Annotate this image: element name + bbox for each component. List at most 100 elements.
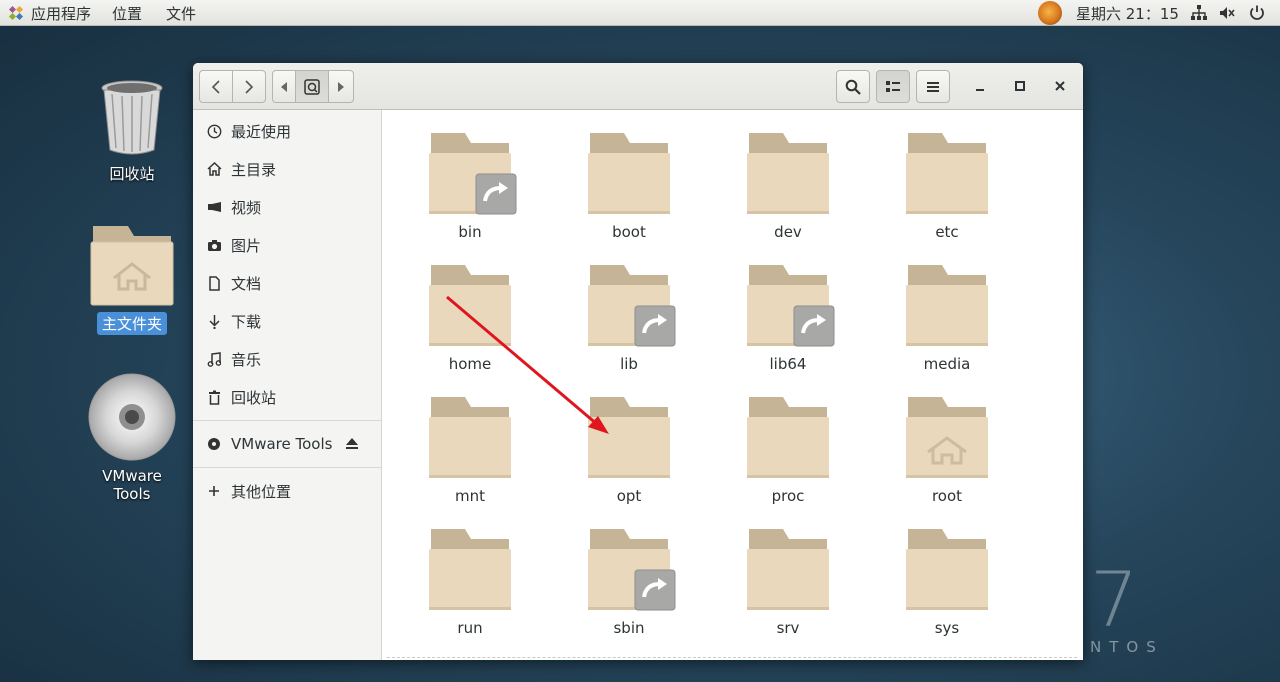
desktop-trash[interactable]: 回收站 (92, 78, 172, 185)
folder-icon (429, 265, 511, 346)
triangle-right-icon (338, 81, 344, 92)
sidebar-item-other-locations[interactable]: 其他位置 (193, 476, 382, 506)
apps-logo-icon[interactable] (8, 5, 24, 21)
file-item-sys[interactable]: sys (887, 509, 1007, 637)
menu-places[interactable]: 位置 (112, 3, 142, 24)
trash-bin-icon (101, 80, 163, 155)
chevron-left-icon (211, 79, 220, 94)
download-icon (208, 314, 220, 329)
path-right-button[interactable] (328, 70, 354, 103)
sidebar-item-downloads[interactable]: 下载 (193, 306, 382, 336)
file-item-root[interactable]: root (887, 377, 1007, 505)
file-name: sys (934, 619, 960, 637)
folder-icon (906, 397, 988, 478)
menu-files[interactable]: 文件 (166, 3, 196, 24)
path-left-button[interactable] (272, 70, 296, 103)
file-item-boot[interactable]: boot (569, 113, 689, 241)
folder-icon (588, 133, 670, 214)
header-bar (193, 63, 1083, 110)
file-name: boot (612, 223, 646, 241)
sidebar-item-music[interactable]: 音乐 (193, 344, 382, 374)
file-grid: bin boot dev etc home lib lib64 media mnt opt proc… (383, 110, 1083, 660)
view-toggle-button[interactable] (876, 70, 910, 103)
network-icon[interactable] (1190, 4, 1208, 22)
folder-icon (747, 529, 829, 610)
music-icon (207, 351, 221, 367)
file-item-proc[interactable]: proc (728, 377, 848, 505)
search-button[interactable] (836, 70, 870, 103)
file-item-lib[interactable]: lib (569, 245, 689, 373)
file-name: lib64 (769, 355, 807, 373)
sidebar-item-home[interactable]: 主目录 (193, 154, 382, 184)
file-item-media[interactable]: media (887, 245, 1007, 373)
sidebar-separator (193, 467, 382, 468)
symlink-emblem-icon (475, 173, 517, 215)
menu-applications[interactable]: 应用程序 (31, 3, 91, 24)
cd-disc-icon (88, 373, 176, 461)
chevron-right-icon (245, 79, 254, 94)
sidebar-item-vmware-tools[interactable]: VMware Tools (193, 429, 382, 459)
file-item-dev[interactable]: dev (728, 113, 848, 241)
symlink-emblem-icon (634, 305, 676, 347)
file-name: srv (776, 619, 800, 637)
next-row-hint (387, 657, 1077, 658)
hamburger-menu-icon (927, 81, 939, 92)
desktop-vmware-label: VMware Tools (102, 467, 162, 503)
file-item-lib64[interactable]: lib64 (728, 245, 848, 373)
file-item-opt[interactable]: opt (569, 377, 689, 505)
symlink-emblem-icon (634, 569, 676, 611)
sidebar-item-documents[interactable]: 文档 (193, 268, 382, 298)
folder-icon (906, 265, 988, 346)
eject-icon[interactable] (345, 437, 359, 450)
close-button[interactable] (1045, 71, 1075, 101)
drive-root-icon (304, 78, 320, 95)
file-name: dev (774, 223, 802, 241)
clock[interactable]: 星期六 21：15 (1076, 3, 1179, 24)
file-item-home[interactable]: home (410, 245, 530, 373)
sidebar-separator (193, 420, 382, 421)
forward-button[interactable] (232, 70, 266, 103)
sidebar-item-label: 主目录 (231, 160, 277, 179)
file-item-etc[interactable]: etc (887, 113, 1007, 241)
maximize-icon (1015, 81, 1025, 91)
folder-icon (906, 133, 988, 214)
file-name: etc (935, 223, 959, 241)
disc-icon (208, 438, 220, 450)
distro-seven-watermark: 7 (1090, 555, 1139, 644)
file-name: run (457, 619, 483, 637)
volume-icon[interactable] (1218, 4, 1236, 22)
sidebar-item-label: 文档 (231, 274, 262, 293)
sidebar-item-trash[interactable]: 回收站 (193, 382, 382, 412)
file-item-srv[interactable]: srv (728, 509, 848, 637)
desktop-home-folder[interactable]: 主文件夹 (86, 222, 178, 335)
menu-button[interactable] (916, 70, 950, 103)
file-item-bin[interactable]: bin (410, 113, 530, 241)
file-item-mnt[interactable]: mnt (410, 377, 530, 505)
power-icon[interactable] (1248, 4, 1266, 22)
file-name: home (448, 355, 492, 373)
folder-icon (747, 397, 829, 478)
maximize-button[interactable] (1005, 71, 1035, 101)
path-root-button[interactable] (295, 70, 329, 103)
folder-icon (588, 397, 670, 478)
minimize-icon (976, 89, 984, 91)
minimize-button[interactable] (965, 71, 995, 101)
file-item-sbin[interactable]: sbin (569, 509, 689, 637)
sidebar-item-recent[interactable]: 最近使用 (193, 116, 382, 146)
sidebar-item-label: 图片 (231, 236, 262, 255)
user-avatar[interactable] (1038, 1, 1062, 25)
file-name: lib (620, 355, 638, 373)
sidebar-item-pictures[interactable]: 图片 (193, 230, 382, 260)
desktop-vmware-tools[interactable]: VMware Tools (82, 372, 182, 504)
folder-icon (429, 397, 511, 478)
file-name: opt (616, 487, 642, 505)
sidebar-item-videos[interactable]: 视频 (193, 192, 382, 222)
folder-icon (429, 529, 511, 610)
file-name: mnt (455, 487, 485, 505)
file-item-run[interactable]: run (410, 509, 530, 637)
back-button[interactable] (199, 70, 233, 103)
folder-icon (906, 529, 988, 610)
sidebar-item-label: VMware Tools (231, 435, 333, 453)
document-icon (208, 275, 220, 291)
desktop-home-label: 主文件夹 (96, 312, 167, 335)
